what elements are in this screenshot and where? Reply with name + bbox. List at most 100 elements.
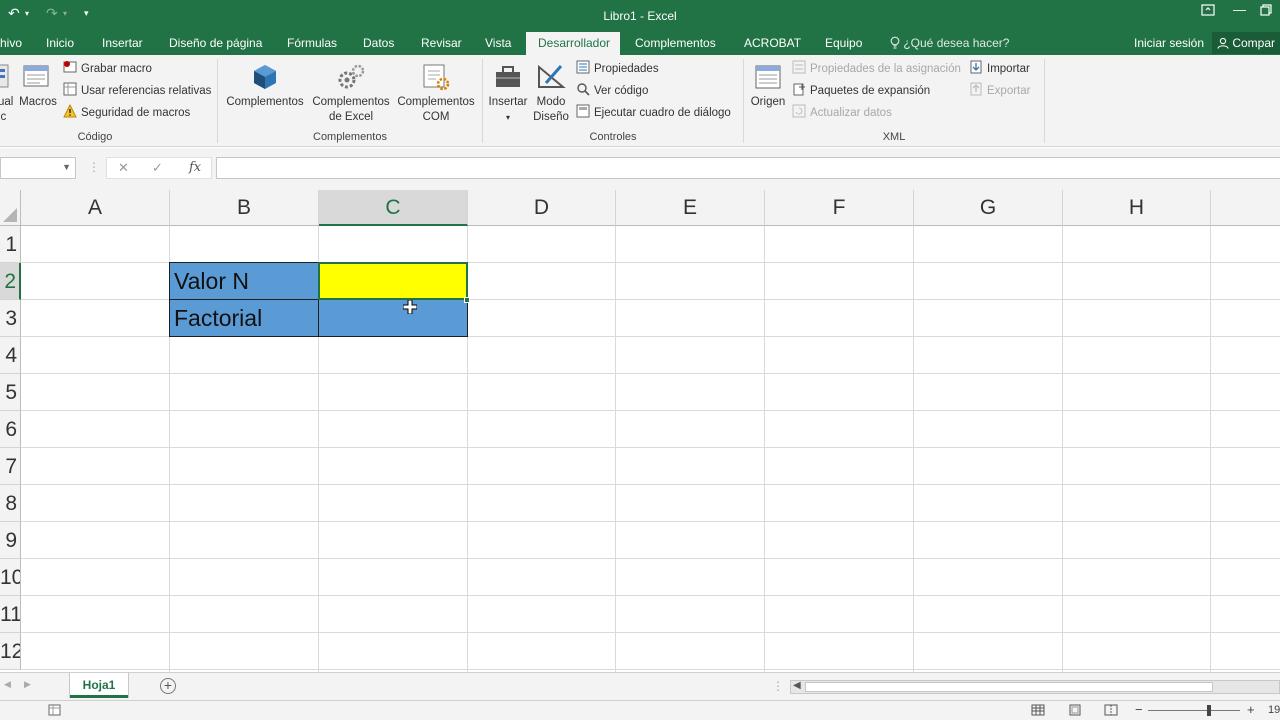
gridline <box>21 669 1280 670</box>
row-header-11[interactable]: 11 <box>0 596 21 633</box>
map-properties-icon <box>792 60 806 74</box>
tab-datos[interactable]: Datos <box>351 32 406 55</box>
properties-button[interactable]: Propiedades <box>576 60 659 78</box>
page-break-view-icon[interactable] <box>1104 704 1118 719</box>
macro-recording-icon[interactable] <box>48 704 61 719</box>
column-header-e[interactable]: E <box>616 190 765 226</box>
tab-split-grip-icon[interactable]: ⋮ <box>772 679 784 693</box>
cell-b3[interactable]: Factorial <box>169 299 319 337</box>
tab-complementos[interactable]: Complementos <box>623 32 728 55</box>
cell-c2[interactable] <box>318 262 468 300</box>
row-header-9[interactable]: 9 <box>0 522 21 559</box>
zoom-in-icon[interactable]: + <box>1247 702 1255 717</box>
export-button[interactable]: Exportar <box>969 82 1030 100</box>
signin-link[interactable]: Iniciar sesión <box>1134 32 1204 54</box>
column-header-d[interactable]: D <box>468 190 616 226</box>
row-header-8[interactable]: 8 <box>0 485 21 522</box>
enter-icon[interactable]: ✓ <box>152 160 163 176</box>
view-code-label: Ver código <box>594 85 649 97</box>
zoom-level[interactable]: 19 <box>1268 704 1280 716</box>
ribbon-panel: ual ic Macros Grabar macro Usar referenc… <box>0 55 1280 147</box>
insert-control-button[interactable]: Insertar ▾ <box>487 63 529 125</box>
column-header-f[interactable]: F <box>765 190 914 226</box>
run-dialog-label: Ejecutar cuadro de diálogo <box>594 107 731 119</box>
tab-equipo[interactable]: Equipo <box>813 32 874 55</box>
column-header-partial[interactable] <box>1211 190 1280 226</box>
visual-basic-button[interactable]: ual ic <box>0 63 14 125</box>
gridline <box>764 226 765 672</box>
zoom-out-icon[interactable]: − <box>1135 702 1143 717</box>
cell-c3[interactable] <box>318 299 468 337</box>
import-label: Importar <box>987 63 1030 75</box>
row-header-10[interactable]: 10 <box>0 559 21 596</box>
com-addins-button[interactable]: Complementos COM <box>395 63 477 125</box>
horizontal-scrollbar[interactable]: ◀ <box>790 680 1280 694</box>
formula-input[interactable] <box>216 157 1280 179</box>
insert-control-label: Insertar <box>488 96 528 108</box>
tab-acrobat[interactable]: ACROBAT <box>732 32 813 55</box>
scroll-thumb[interactable] <box>805 682 1213 692</box>
minimize-icon[interactable]: — <box>1233 2 1246 17</box>
relative-references-button[interactable]: Usar referencias relativas <box>63 82 211 100</box>
formula-bar-grip-icon: ⋮ <box>88 160 100 174</box>
record-macro-button[interactable]: Grabar macro <box>63 60 152 78</box>
cancel-icon[interactable]: ✕ <box>118 160 129 176</box>
column-header-a[interactable]: A <box>21 190 170 226</box>
row-header-12[interactable]: 12 <box>0 633 21 670</box>
macro-security-button[interactable]: Seguridad de macros <box>63 103 190 122</box>
tab-revisar[interactable]: Revisar <box>409 32 474 55</box>
view-code-button[interactable]: Ver código <box>576 82 648 100</box>
row-header-4[interactable]: 4 <box>0 337 21 374</box>
tab-vista[interactable]: Vista <box>473 32 523 55</box>
column-header-b[interactable]: B <box>170 190 319 226</box>
share-button[interactable]: Compar <box>1212 32 1280 54</box>
cell-b2[interactable]: Valor N <box>169 262 319 300</box>
tab-diseno-pagina[interactable]: Diseño de página <box>157 32 274 55</box>
refresh-data-button[interactable]: Actualizar datos <box>792 104 892 122</box>
zoom-slider-thumb[interactable] <box>1207 705 1211 716</box>
sheet-tab-hoja1[interactable]: Hoja1 <box>70 673 128 698</box>
tab-inicio[interactable]: Inicio <box>34 32 86 55</box>
column-header-c[interactable]: C <box>319 190 468 226</box>
normal-view-icon[interactable] <box>1031 704 1045 719</box>
name-box[interactable]: ▼ <box>0 157 76 179</box>
column-header-g[interactable]: G <box>914 190 1063 226</box>
next-sheet-icon[interactable]: ▶ <box>24 679 31 690</box>
run-dialog-button[interactable]: Ejecutar cuadro de diálogo <box>576 104 731 122</box>
insert-function-icon[interactable]: fx <box>189 160 201 175</box>
restore-icon[interactable] <box>1260 4 1272 19</box>
tab-desarrollador[interactable]: Desarrollador <box>526 32 620 55</box>
xml-source-button[interactable]: Origen <box>748 63 788 110</box>
design-mode-button[interactable]: Modo Diseño <box>531 63 571 125</box>
row-header-3[interactable]: 3 <box>0 300 21 337</box>
row-header-6[interactable]: 6 <box>0 411 21 448</box>
ribbon-display-icon[interactable] <box>1201 4 1215 19</box>
tell-me-box[interactable]: ¿Qué desea hacer? <box>890 32 1009 54</box>
tab-formulas[interactable]: Fórmulas <box>275 32 349 55</box>
tab-archivo[interactable]: hivo <box>0 32 34 55</box>
row-header-2[interactable]: 2 <box>0 263 21 300</box>
zoom-slider[interactable] <box>1148 710 1240 711</box>
row-header-1[interactable]: 1 <box>0 226 21 263</box>
addins-button[interactable]: Complementos <box>225 63 305 110</box>
record-macro-icon <box>63 60 77 74</box>
column-header-h[interactable]: H <box>1063 190 1211 226</box>
name-box-dropdown-icon[interactable]: ▼ <box>62 162 71 172</box>
tab-insertar[interactable]: Insertar <box>90 32 155 55</box>
add-sheet-icon[interactable]: + <box>160 678 176 694</box>
expansion-packs-button[interactable]: Paquetes de expansión <box>792 82 930 100</box>
row-header-5[interactable]: 5 <box>0 374 21 411</box>
prev-sheet-icon[interactable]: ◀ <box>4 679 11 690</box>
fill-handle[interactable] <box>464 297 470 303</box>
gridline <box>21 447 1280 448</box>
map-properties-button[interactable]: Propiedades de la asignación <box>792 60 961 78</box>
visual-basic-label-1: ual <box>0 96 14 108</box>
row-header-7[interactable]: 7 <box>0 448 21 485</box>
excel-addins-button[interactable]: Complementos de Excel <box>310 63 392 125</box>
sheet-tab-bar: ◀ ▶ Hoja1 + ⋮ ◀ <box>0 672 1280 700</box>
page-layout-view-icon[interactable] <box>1068 704 1082 719</box>
import-button[interactable]: Importar <box>969 60 1030 78</box>
macros-button[interactable]: Macros <box>17 63 59 110</box>
select-all-button[interactable] <box>0 190 21 226</box>
scroll-left-icon[interactable]: ◀ <box>793 680 801 691</box>
